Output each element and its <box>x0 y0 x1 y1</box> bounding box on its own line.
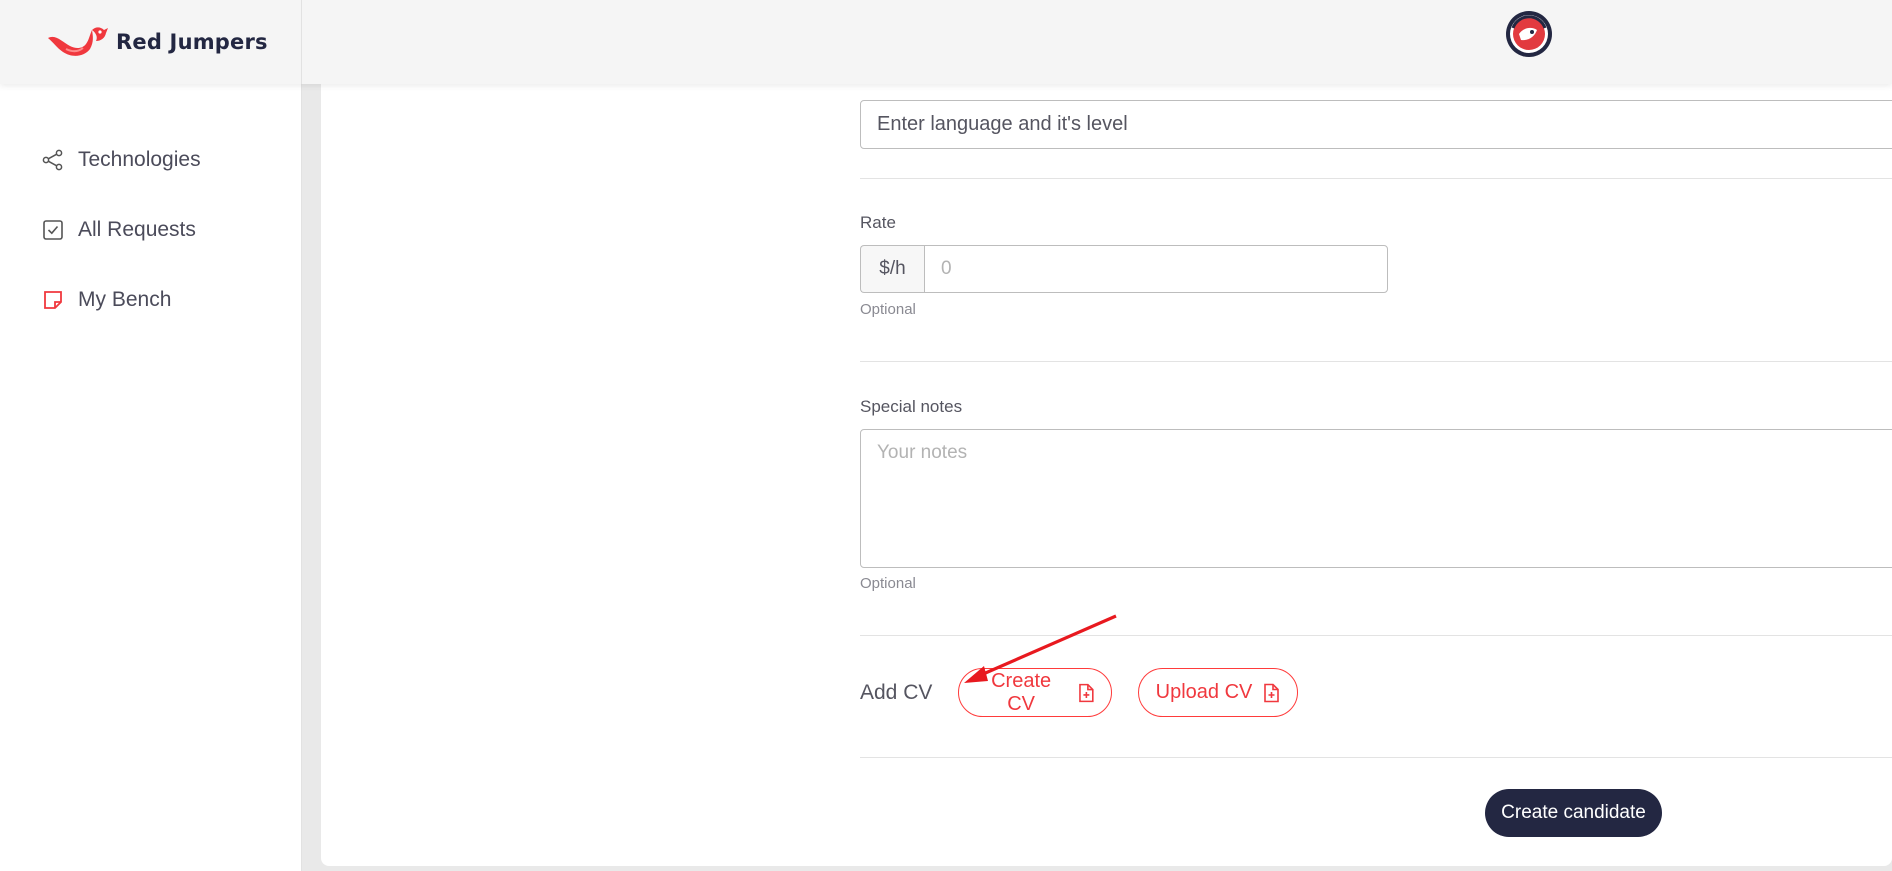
special-notes-label: Special notes <box>860 397 963 416</box>
red-jumpers-logo-icon <box>48 27 108 56</box>
sidebar-item-label: My Bench <box>78 288 172 311</box>
sidebar: Technologies All Requests My Bench <box>0 84 302 871</box>
file-plus-icon <box>1079 683 1094 702</box>
create-cv-button[interactable]: Create CV <box>958 668 1112 717</box>
rate-optional-hint: Optional <box>860 301 916 318</box>
special-notes-textarea[interactable] <box>860 429 1892 568</box>
rate-input-group: $/h <box>860 245 1388 293</box>
rate-label: Rate <box>860 213 896 232</box>
create-candidate-button[interactable]: Create candidate <box>1485 789 1662 837</box>
rate-currency-prefix: $/h <box>860 245 924 293</box>
notes-optional-hint: Optional <box>860 575 916 592</box>
share-nodes-icon <box>42 149 64 171</box>
candidate-form-card: Enter language and it's level Rate $/h O… <box>321 84 1892 866</box>
language-select-placeholder: Enter language and it's level <box>877 113 1128 135</box>
add-cv-label: Add CV <box>860 681 933 704</box>
upload-cv-label: Upload CV <box>1155 681 1253 703</box>
section-divider <box>860 757 1892 758</box>
sidebar-item-label: All Requests <box>78 218 196 241</box>
top-header: Red Jumpers <box>0 0 1892 84</box>
section-divider <box>860 178 1892 179</box>
rate-input[interactable] <box>924 245 1388 293</box>
team-badge-avatar-icon[interactable] <box>1505 10 1553 58</box>
sticky-note-icon <box>42 289 64 311</box>
checkbox-icon <box>42 219 64 241</box>
sidebar-item-label: Technologies <box>78 148 201 171</box>
language-select[interactable]: Enter language and it's level <box>860 100 1892 149</box>
sidebar-item-my-bench[interactable]: My Bench <box>42 288 171 312</box>
sidebar-item-technologies[interactable]: Technologies <box>42 148 201 172</box>
section-divider <box>860 635 1892 636</box>
file-plus-icon <box>1264 683 1280 702</box>
section-divider <box>860 361 1892 362</box>
brand-name: Red Jumpers <box>116 30 268 54</box>
upload-cv-button[interactable]: Upload CV <box>1138 668 1298 717</box>
sidebar-item-all-requests[interactable]: All Requests <box>42 218 196 242</box>
create-cv-label: Create CV <box>991 669 1052 715</box>
brand[interactable]: Red Jumpers <box>0 0 302 84</box>
